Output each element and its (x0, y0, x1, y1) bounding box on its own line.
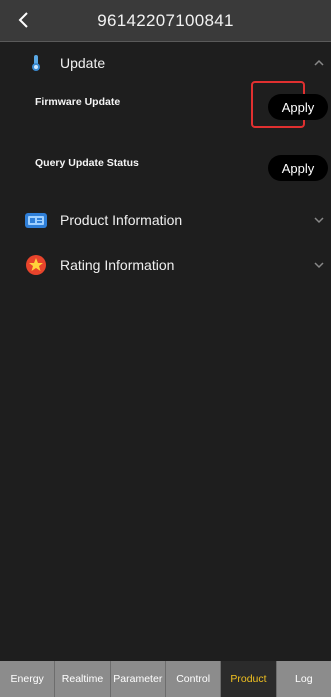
tab-product[interactable]: Product (221, 661, 277, 697)
bottom-tab-bar: Energy Realtime Parameter Control Produc… (0, 661, 331, 697)
section-product-info-header[interactable]: Product Information (0, 204, 331, 236)
section-product-info-label: Product Information (60, 212, 183, 228)
chevron-down-icon (314, 217, 324, 224)
section-rating-info-label: Rating Information (60, 257, 175, 273)
tab-control[interactable]: Control (166, 661, 222, 697)
chevron-up-icon (314, 59, 324, 66)
query-status-apply-button[interactable]: Apply (268, 155, 328, 181)
firmware-apply-button[interactable]: Apply (268, 94, 328, 120)
tab-parameter[interactable]: Parameter (111, 661, 166, 697)
section-rating-info-header[interactable]: Rating Information (0, 249, 331, 281)
tab-realtime[interactable]: Realtime (55, 661, 111, 697)
firmware-update-label: Firmware Update (35, 96, 121, 108)
section-update-label: Update (60, 55, 106, 71)
section-update-header[interactable]: Update (0, 47, 331, 79)
star-badge-icon (24, 253, 48, 277)
tab-energy[interactable]: Energy (0, 661, 56, 697)
chevron-down-icon (314, 262, 324, 269)
page-title: 96142207100841 (97, 11, 234, 30)
product-icon (24, 208, 48, 232)
tab-log[interactable]: Log (277, 661, 331, 697)
query-update-status-label: Query Update Status (35, 157, 139, 169)
thermometer-icon (24, 51, 48, 75)
header-bar: 96142207100841 (0, 0, 331, 42)
